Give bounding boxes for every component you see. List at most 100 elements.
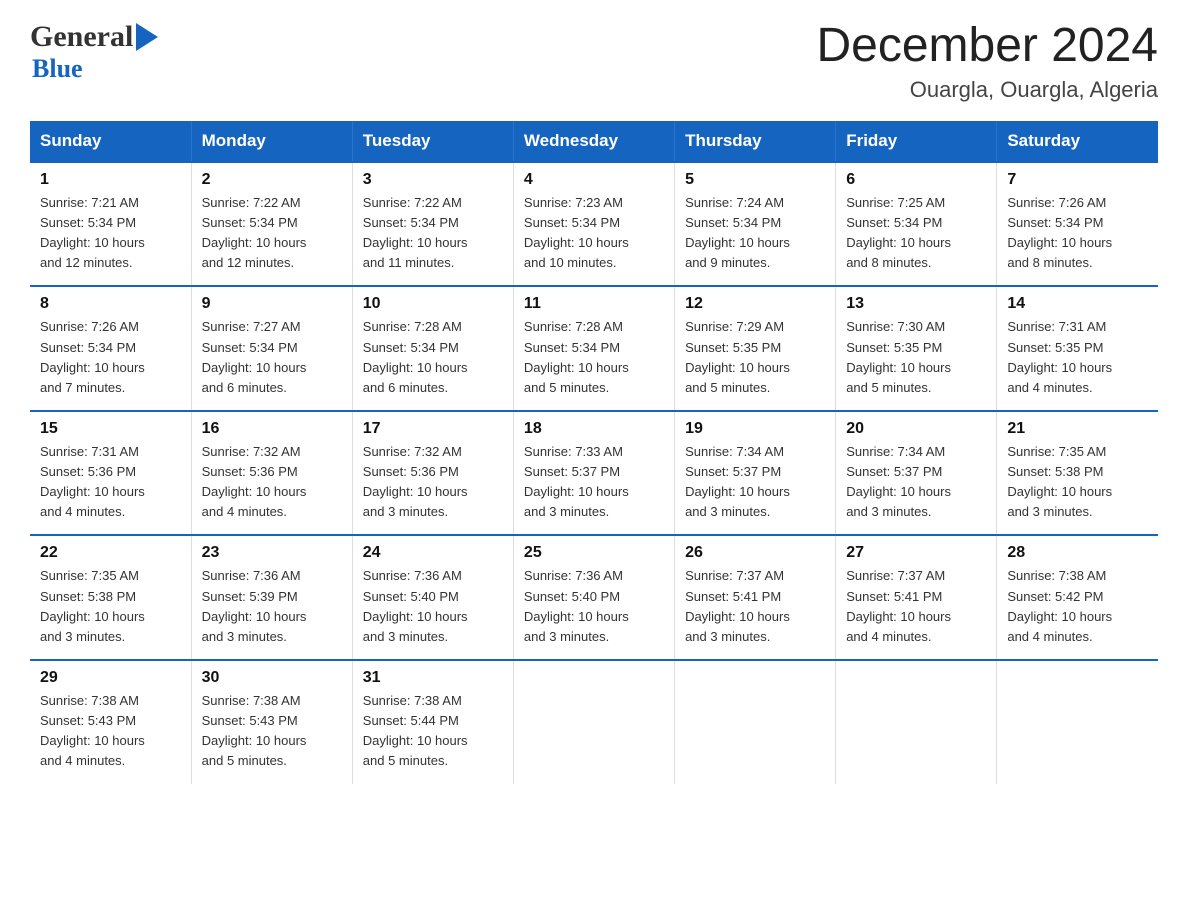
day-number: 6 [846, 171, 986, 189]
day-info: Sunrise: 7:21 AMSunset: 5:34 PMDaylight:… [40, 193, 181, 274]
calendar-week-row: 15 Sunrise: 7:31 AMSunset: 5:36 PMDayligh… [30, 411, 1158, 536]
calendar-cell: 12 Sunrise: 7:29 AMSunset: 5:35 PMDayligh… [675, 286, 836, 411]
day-info: Sunrise: 7:38 AMSunset: 5:42 PMDaylight:… [1007, 566, 1148, 647]
calendar-cell: 21 Sunrise: 7:35 AMSunset: 5:38 PMDayligh… [997, 411, 1158, 536]
calendar-cell: 10 Sunrise: 7:28 AMSunset: 5:34 PMDayligh… [352, 286, 513, 411]
day-info: Sunrise: 7:29 AMSunset: 5:35 PMDaylight:… [685, 317, 825, 398]
weekday-header-thursday: Thursday [675, 121, 836, 162]
day-info: Sunrise: 7:36 AMSunset: 5:39 PMDaylight:… [202, 566, 342, 647]
day-number: 21 [1007, 420, 1148, 438]
day-info: Sunrise: 7:31 AMSunset: 5:35 PMDaylight:… [1007, 317, 1148, 398]
calendar-cell: 2Sunrise: 7:22 AMSunset: 5:34 PMDaylight… [191, 162, 352, 287]
day-number: 15 [40, 420, 181, 438]
logo-arrow-icon [136, 23, 158, 51]
calendar-cell: 22Sunrise: 7:35 AMSunset: 5:38 PMDayligh… [30, 535, 191, 660]
day-number: 24 [363, 544, 503, 562]
calendar-cell: 13 Sunrise: 7:30 AMSunset: 5:35 PMDayligh… [836, 286, 997, 411]
calendar-body: 1 Sunrise: 7:21 AMSunset: 5:34 PMDaylight… [30, 162, 1158, 784]
day-info: Sunrise: 7:36 AMSunset: 5:40 PMDaylight:… [524, 566, 664, 647]
calendar-cell: 5 Sunrise: 7:24 AMSunset: 5:34 PMDaylight… [675, 162, 836, 287]
day-number: 12 [685, 295, 825, 313]
day-info: Sunrise: 7:32 AMSunset: 5:36 PMDaylight:… [363, 442, 503, 523]
calendar-table: SundayMondayTuesdayWednesdayThursdayFrid… [30, 121, 1158, 784]
weekday-header-saturday: Saturday [997, 121, 1158, 162]
calendar-cell: 3Sunrise: 7:22 AMSunset: 5:34 PMDaylight… [352, 162, 513, 287]
calendar-cell: 27 Sunrise: 7:37 AMSunset: 5:41 PMDayligh… [836, 535, 997, 660]
weekday-header-row: SundayMondayTuesdayWednesdayThursdayFrid… [30, 121, 1158, 162]
calendar-week-row: 22Sunrise: 7:35 AMSunset: 5:38 PMDayligh… [30, 535, 1158, 660]
day-info: Sunrise: 7:34 AMSunset: 5:37 PMDaylight:… [846, 442, 986, 523]
weekday-header-friday: Friday [836, 121, 997, 162]
day-info: Sunrise: 7:38 AMSunset: 5:43 PMDaylight:… [202, 691, 342, 772]
day-number: 7 [1007, 171, 1148, 189]
day-info: Sunrise: 7:35 AMSunset: 5:38 PMDaylight:… [1007, 442, 1148, 523]
calendar-cell: 30Sunrise: 7:38 AMSunset: 5:43 PMDayligh… [191, 660, 352, 784]
day-number: 23 [202, 544, 342, 562]
day-number: 25 [524, 544, 664, 562]
day-info: Sunrise: 7:38 AMSunset: 5:44 PMDaylight:… [363, 691, 503, 772]
calendar-cell: 31Sunrise: 7:38 AMSunset: 5:44 PMDayligh… [352, 660, 513, 784]
day-info: Sunrise: 7:23 AMSunset: 5:34 PMDaylight:… [524, 193, 664, 274]
day-number: 8 [40, 295, 181, 313]
calendar-week-row: 29Sunrise: 7:38 AMSunset: 5:43 PMDayligh… [30, 660, 1158, 784]
calendar-header: SundayMondayTuesdayWednesdayThursdayFrid… [30, 121, 1158, 162]
day-number: 17 [363, 420, 503, 438]
logo-blue-text: Blue [32, 54, 83, 83]
day-info: Sunrise: 7:38 AMSunset: 5:43 PMDaylight:… [40, 691, 181, 772]
day-number: 19 [685, 420, 825, 438]
day-info: Sunrise: 7:36 AMSunset: 5:40 PMDaylight:… [363, 566, 503, 647]
day-info: Sunrise: 7:30 AMSunset: 5:35 PMDaylight:… [846, 317, 986, 398]
calendar-cell: 8 Sunrise: 7:26 AMSunset: 5:34 PMDaylight… [30, 286, 191, 411]
day-info: Sunrise: 7:24 AMSunset: 5:34 PMDaylight:… [685, 193, 825, 274]
weekday-header-sunday: Sunday [30, 121, 191, 162]
calendar-cell: 28 Sunrise: 7:38 AMSunset: 5:42 PMDayligh… [997, 535, 1158, 660]
calendar-cell: 9Sunrise: 7:27 AMSunset: 5:34 PMDaylight… [191, 286, 352, 411]
day-info: Sunrise: 7:34 AMSunset: 5:37 PMDaylight:… [685, 442, 825, 523]
day-info: Sunrise: 7:26 AMSunset: 5:34 PMDaylight:… [40, 317, 181, 398]
calendar-cell [513, 660, 674, 784]
day-info: Sunrise: 7:25 AMSunset: 5:34 PMDaylight:… [846, 193, 986, 274]
day-info: Sunrise: 7:31 AMSunset: 5:36 PMDaylight:… [40, 442, 181, 523]
title-section: December 2024 Ouargla, Ouargla, Algeria [816, 20, 1158, 103]
day-number: 22 [40, 544, 181, 562]
calendar-cell: 26Sunrise: 7:37 AMSunset: 5:41 PMDayligh… [675, 535, 836, 660]
calendar-cell: 25 Sunrise: 7:36 AMSunset: 5:40 PMDayligh… [513, 535, 674, 660]
day-info: Sunrise: 7:26 AMSunset: 5:34 PMDaylight:… [1007, 193, 1148, 274]
day-number: 4 [524, 171, 664, 189]
day-info: Sunrise: 7:37 AMSunset: 5:41 PMDaylight:… [685, 566, 825, 647]
logo-general-text: General [30, 20, 133, 54]
day-number: 13 [846, 295, 986, 313]
location-text: Ouargla, Ouargla, Algeria [816, 77, 1158, 103]
day-info: Sunrise: 7:28 AMSunset: 5:34 PMDaylight:… [524, 317, 664, 398]
calendar-cell: 19 Sunrise: 7:34 AMSunset: 5:37 PMDayligh… [675, 411, 836, 536]
day-number: 5 [685, 171, 825, 189]
day-number: 27 [846, 544, 986, 562]
day-number: 18 [524, 420, 664, 438]
weekday-header-tuesday: Tuesday [352, 121, 513, 162]
day-info: Sunrise: 7:27 AMSunset: 5:34 PMDaylight:… [202, 317, 342, 398]
day-number: 14 [1007, 295, 1148, 313]
day-number: 1 [40, 171, 181, 189]
weekday-header-monday: Monday [191, 121, 352, 162]
day-number: 11 [524, 295, 664, 313]
day-number: 28 [1007, 544, 1148, 562]
calendar-cell: 20Sunrise: 7:34 AMSunset: 5:37 PMDayligh… [836, 411, 997, 536]
calendar-cell [997, 660, 1158, 784]
calendar-cell: 16Sunrise: 7:32 AMSunset: 5:36 PMDayligh… [191, 411, 352, 536]
logo: General Blue [30, 20, 158, 84]
calendar-cell: 17 Sunrise: 7:32 AMSunset: 5:36 PMDayligh… [352, 411, 513, 536]
calendar-cell [836, 660, 997, 784]
calendar-cell: 11 Sunrise: 7:28 AMSunset: 5:34 PMDayligh… [513, 286, 674, 411]
day-number: 10 [363, 295, 503, 313]
calendar-week-row: 8 Sunrise: 7:26 AMSunset: 5:34 PMDaylight… [30, 286, 1158, 411]
day-info: Sunrise: 7:37 AMSunset: 5:41 PMDaylight:… [846, 566, 986, 647]
day-number: 16 [202, 420, 342, 438]
calendar-cell: 1 Sunrise: 7:21 AMSunset: 5:34 PMDaylight… [30, 162, 191, 287]
calendar-week-row: 1 Sunrise: 7:21 AMSunset: 5:34 PMDaylight… [30, 162, 1158, 287]
calendar-cell: 6 Sunrise: 7:25 AMSunset: 5:34 PMDaylight… [836, 162, 997, 287]
calendar-cell: 24 Sunrise: 7:36 AMSunset: 5:40 PMDayligh… [352, 535, 513, 660]
day-info: Sunrise: 7:28 AMSunset: 5:34 PMDaylight:… [363, 317, 503, 398]
calendar-cell: 7 Sunrise: 7:26 AMSunset: 5:34 PMDaylight… [997, 162, 1158, 287]
day-info: Sunrise: 7:22 AMSunset: 5:34 PMDaylight:… [363, 193, 503, 274]
calendar-cell: 4 Sunrise: 7:23 AMSunset: 5:34 PMDaylight… [513, 162, 674, 287]
